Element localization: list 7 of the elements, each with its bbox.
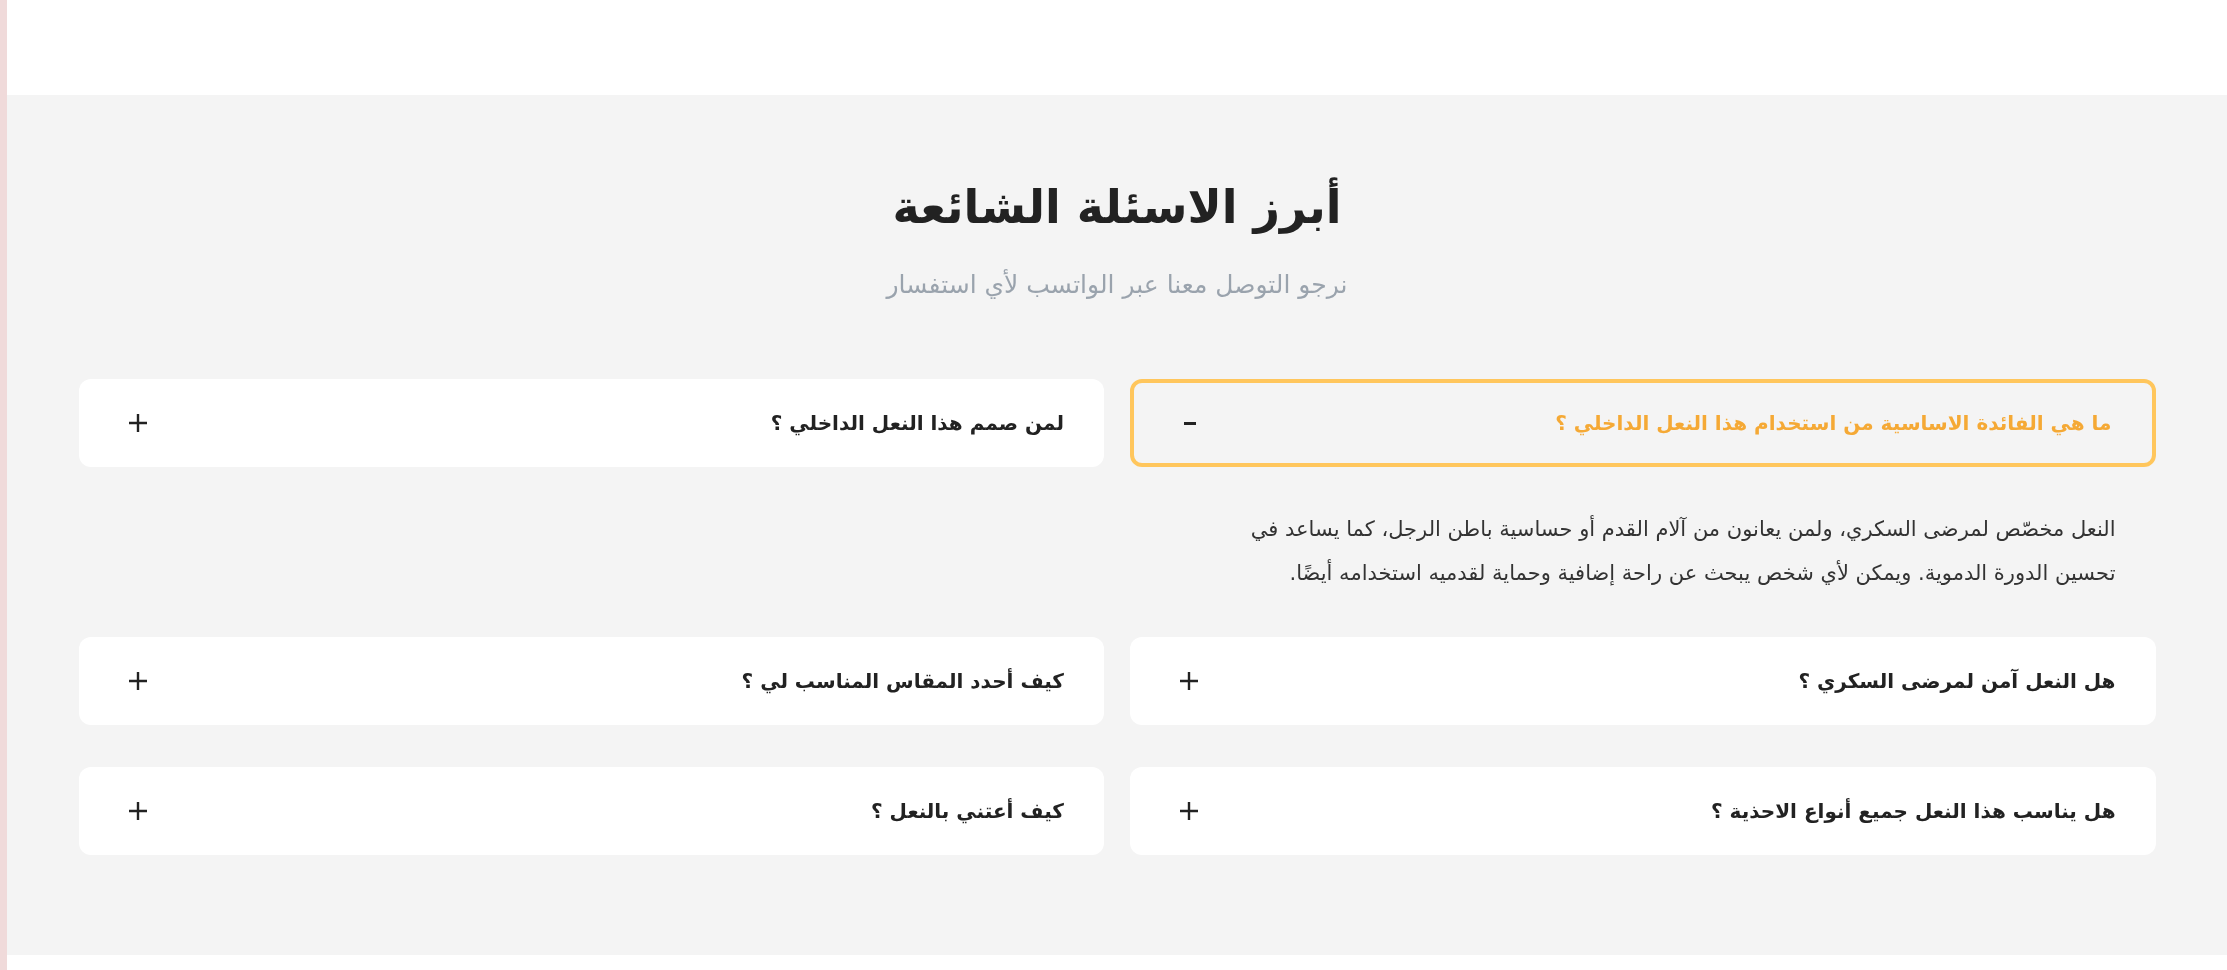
faq-question[interactable]: لمن صمم هذا النعل الداخلي ؟ [78, 379, 1104, 467]
faq-question[interactable]: هل النعل آمن لمرضى السكري ؟ [1130, 637, 2156, 725]
section-subtitle: نرجو التوصل معنا عبر الواتسب لأي استفسار [886, 270, 1348, 299]
faq-question[interactable]: كيف أحدد المقاس المناسب لي ؟ [78, 637, 1104, 725]
faq-question[interactable]: هل يناسب هذا النعل جميع أنواع الاحذية ؟ [1130, 767, 2156, 855]
faq-answer: النعل مخصّص لمرضى السكري، ولمن يعانون من آلام القدم أو حساسية باطن الرجل، كما يساعد في تحسين الدورة الدموية. ويمكن لأي شخص يبحث عن راحة إضافية وحماية لقدميه استخدامه أيضًا. [1249, 514, 2117, 588]
faq-question[interactable]: كيف أعتني بالنعل ؟ [78, 767, 1104, 855]
